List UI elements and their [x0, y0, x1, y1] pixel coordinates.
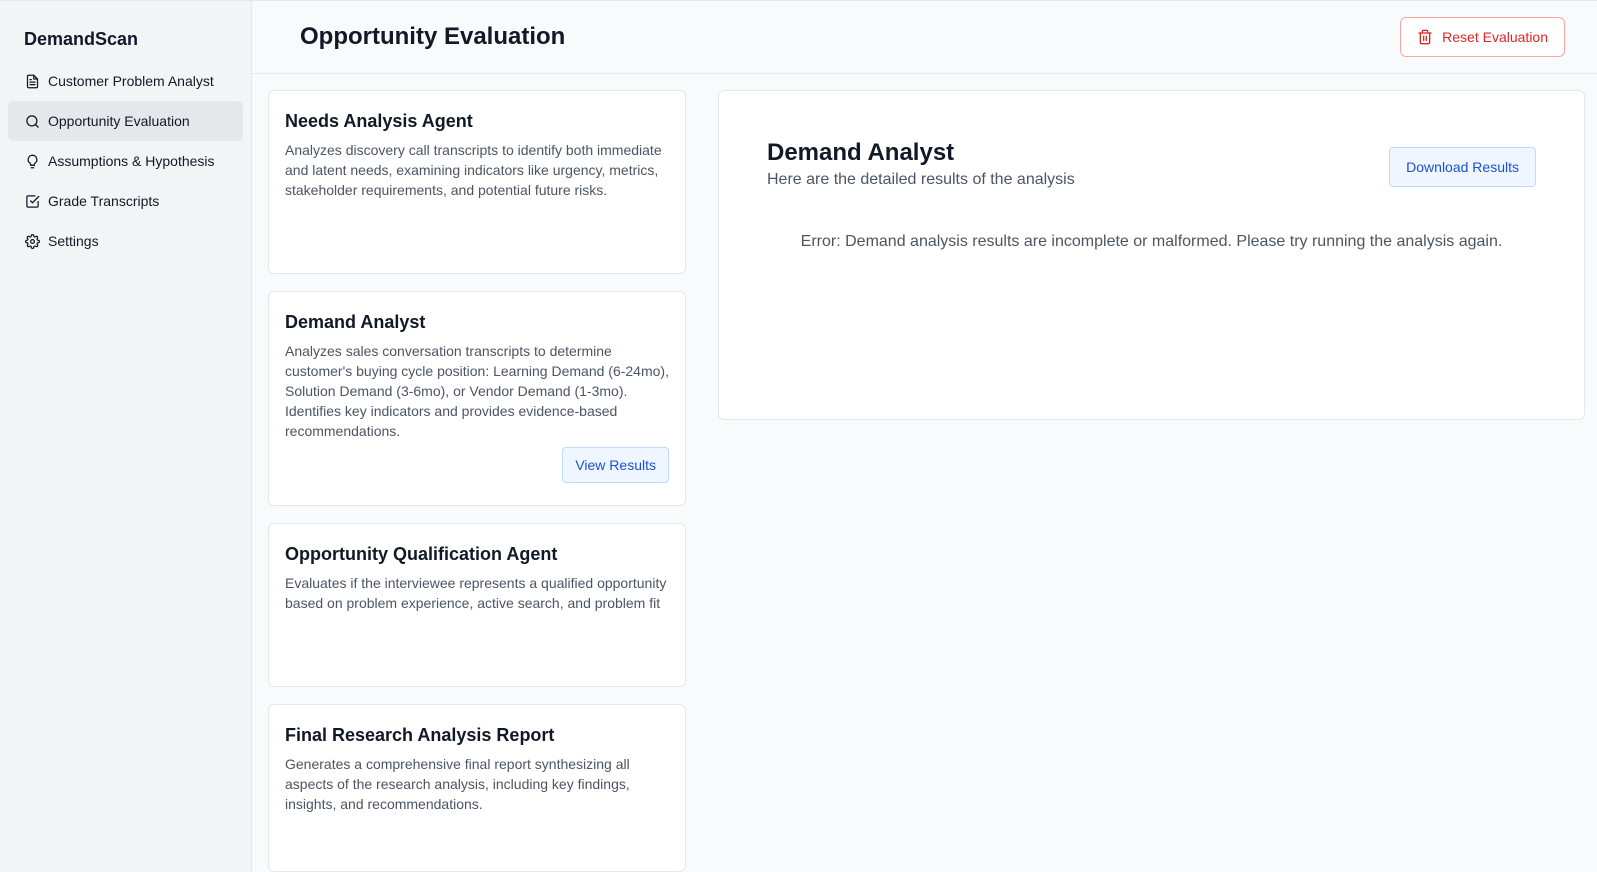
- error-message: Error: Demand analysis results are incom…: [800, 233, 1503, 250]
- trash-icon: [1418, 29, 1432, 45]
- agent-card-final-report[interactable]: Final Research Analysis Report Generates…: [268, 703, 686, 872]
- sidebar-item-label: Grade Transcripts: [48, 193, 160, 209]
- results-title: Demand Analyst: [767, 139, 955, 166]
- sidebar-item-opportunity-evaluation[interactable]: Opportunity Evaluation: [8, 101, 243, 141]
- sidebar: DemandScan Customer Problem Analyst Oppo…: [0, 1, 252, 872]
- agent-list: Needs Analysis Agent Analyzes discovery …: [268, 90, 686, 872]
- lightbulb-icon: [24, 153, 40, 169]
- agent-description: Analyzes sales conversation transcripts …: [285, 343, 669, 440]
- agent-card-demand-analyst[interactable]: Demand Analyst Analyzes sales conversati…: [268, 291, 686, 507]
- sidebar-item-label: Assumptions & Hypothesis: [48, 153, 215, 169]
- sidebar-item-assumptions-hypothesis[interactable]: Assumptions & Hypothesis: [8, 141, 243, 181]
- agent-title: Opportunity Qualification Agent: [285, 544, 558, 565]
- reset-evaluation-button[interactable]: Reset Evaluation: [1400, 17, 1565, 57]
- brand-name: DemandScan: [24, 29, 139, 49]
- agent-title: Final Research Analysis Report: [285, 724, 555, 745]
- sidebar-item-label: Settings: [48, 233, 99, 249]
- sidebar-item-label: Customer Problem Analyst: [48, 73, 214, 89]
- sidebar-item-label: Opportunity Evaluation: [48, 113, 190, 129]
- results-header: Demand Analyst Here are the detailed res…: [767, 139, 1536, 189]
- page-title: Opportunity Evaluation: [300, 23, 566, 50]
- gear-icon: [24, 233, 40, 249]
- document-icon: [24, 73, 40, 89]
- results-subtitle: Here are the detailed results of the ana…: [767, 171, 1075, 188]
- agent-description: Analyzes discovery call transcripts to i…: [285, 142, 662, 198]
- agent-description: Evaluates if the interviewee represents …: [285, 575, 667, 612]
- agent-title: Demand Analyst: [285, 312, 426, 333]
- agent-title: Needs Analysis Agent: [285, 111, 473, 131]
- checkbox-icon: [24, 193, 40, 209]
- app-root: DemandScan Customer Problem Analyst Oppo…: [0, 0, 1597, 872]
- reset-evaluation-label: Reset Evaluation: [1442, 29, 1548, 45]
- sidebar-item-settings[interactable]: Settings: [8, 221, 243, 261]
- main-area: Opportunity Evaluation Reset Evaluation …: [252, 1, 1597, 872]
- results-panel: Demand Analyst Here are the detailed res…: [718, 90, 1585, 420]
- download-results-button[interactable]: Download Results: [1389, 147, 1536, 187]
- sidebar-item-customer-problem-analyst[interactable]: Customer Problem Analyst: [8, 61, 243, 101]
- content-area: Needs Analysis Agent Analyzes discovery …: [252, 74, 1597, 872]
- card-actions: View Results: [285, 447, 669, 484]
- agent-description: Generates a comprehensive final report s…: [285, 755, 630, 812]
- page-header: Opportunity Evaluation Reset Evaluation: [252, 1, 1597, 74]
- search-icon: [24, 113, 40, 129]
- view-results-button[interactable]: View Results: [562, 447, 669, 484]
- agent-card-opportunity-qualification[interactable]: Opportunity Qualification Agent Evaluate…: [268, 523, 686, 687]
- sidebar-item-grade-transcripts[interactable]: Grade Transcripts: [8, 181, 243, 221]
- agent-card-needs-analysis[interactable]: Needs Analysis Agent Analyzes discovery …: [268, 90, 686, 275]
